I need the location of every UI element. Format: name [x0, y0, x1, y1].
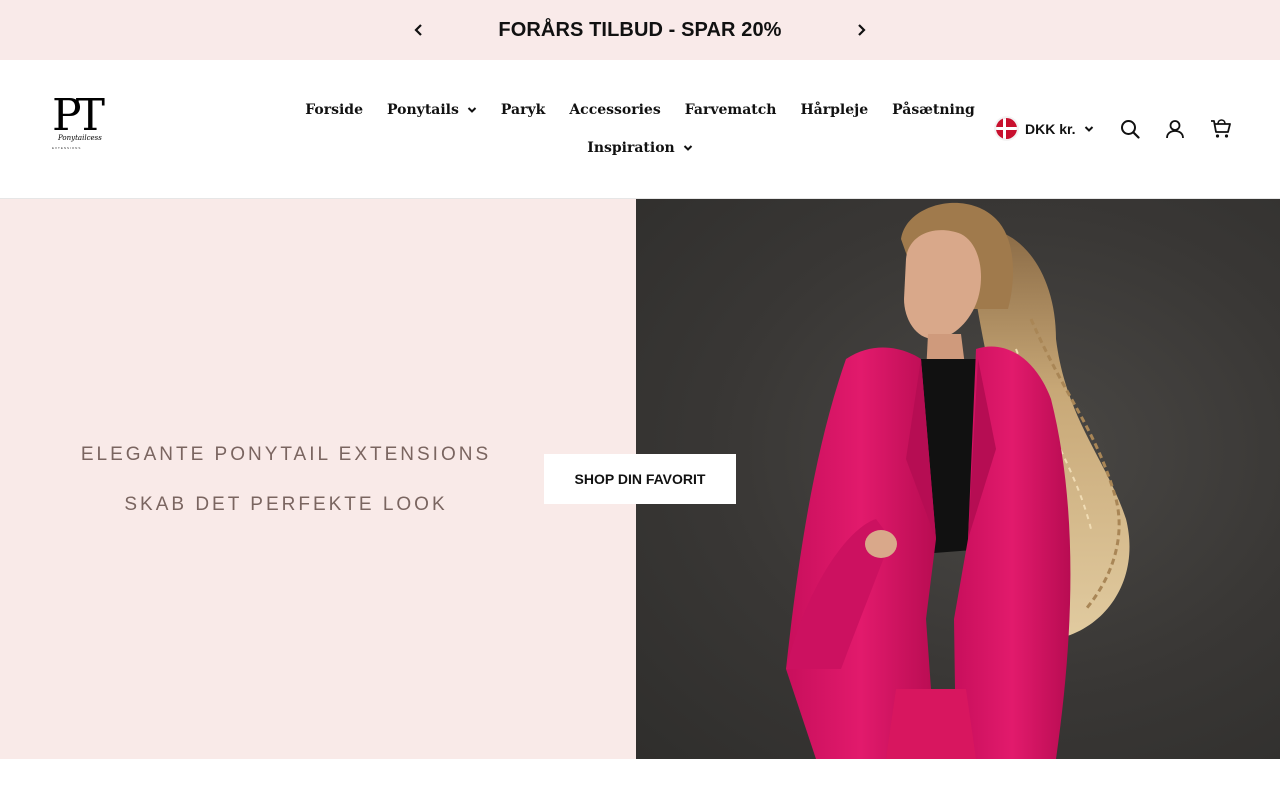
hero-banner: ELEGANTE PONYTAIL EXTENSIONS SKAB DET PE… — [0, 199, 1280, 759]
logo-tagline: EXTENSIONS — [52, 146, 82, 150]
nav-item-inspiration[interactable]: Inspiration — [587, 140, 692, 156]
announcement-prev-button[interactable] — [407, 18, 431, 42]
hero-tagline-1: ELEGANTE PONYTAIL EXTENSIONS — [80, 444, 492, 465]
site-header: PT Ponytailcess EXTENSIONS Forside Ponyt… — [0, 60, 1280, 199]
logo-monogram: PT — [52, 90, 105, 141]
hero-left-panel: ELEGANTE PONYTAIL EXTENSIONS SKAB DET PE… — [0, 199, 636, 759]
shop-cta-button[interactable]: SHOP DIN FAVORIT — [544, 454, 736, 504]
announcement-message: FORÅRS TILBUD - SPAR 20% — [498, 18, 782, 41]
nav-item-harpleje[interactable]: Hårpleje — [800, 102, 868, 118]
nav-row-2: Inspiration — [330, 136, 950, 160]
account-button[interactable] — [1164, 118, 1186, 140]
nav-item-forside[interactable]: Forside — [305, 102, 363, 118]
search-button[interactable] — [1119, 118, 1141, 140]
chevron-down-icon — [1084, 125, 1093, 132]
search-icon — [1121, 120, 1140, 139]
chevron-down-icon — [467, 107, 477, 113]
currency-label: DKK kr. — [1025, 120, 1076, 137]
nav-item-ponytails[interactable]: Ponytails — [387, 102, 477, 118]
logo-subtitle: Ponytailcess — [58, 134, 102, 142]
announcement-bar: FORÅRS TILBUD - SPAR 20% — [0, 0, 1280, 60]
nav-item-farvematch[interactable]: Farvematch — [685, 102, 777, 118]
nav-item-paryk[interactable]: Paryk — [501, 102, 545, 118]
announcement-next-button[interactable] — [849, 18, 873, 42]
chevron-right-icon — [858, 24, 866, 36]
chevron-left-icon — [414, 24, 422, 36]
hero-tagline-2: SKAB DET PERFEKTE LOOK — [124, 494, 448, 515]
site-logo[interactable]: PT Ponytailcess EXTENSIONS — [50, 94, 116, 160]
nav-row-1: Forside Ponytails Paryk Accessories Farv… — [305, 98, 975, 122]
account-icon — [1166, 120, 1184, 139]
cart-button[interactable] — [1210, 118, 1232, 140]
cart-icon — [1211, 119, 1231, 138]
nav-item-pasaetning[interactable]: Påsætning — [892, 102, 975, 118]
currency-selector[interactable]: DKK kr. — [996, 118, 1094, 139]
denmark-flag-icon — [996, 118, 1017, 139]
main-navigation: Forside Ponytails Paryk Accessories Farv… — [305, 98, 975, 160]
nav-item-accessories[interactable]: Accessories — [569, 102, 660, 118]
chevron-down-icon — [683, 145, 692, 151]
